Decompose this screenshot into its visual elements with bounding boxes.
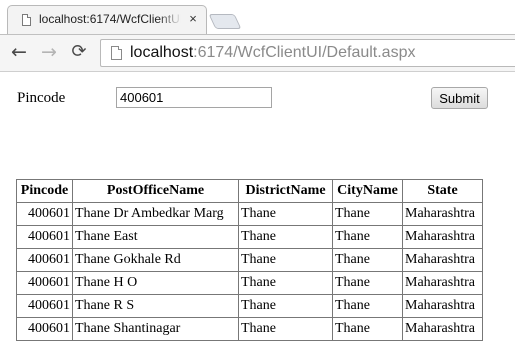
- browser-tab[interactable]: localhost:6174/WcfClientUI/Default.aspx …: [7, 5, 207, 34]
- table-cell: Thane Gokhale Rd: [72, 248, 239, 272]
- reload-icon[interactable]: ⟳: [68, 41, 90, 63]
- table-cell: Maharashtra: [402, 294, 483, 318]
- table-cell: Thane H O: [72, 271, 239, 295]
- arrow-left-icon[interactable]: ←: [8, 41, 30, 63]
- table-cell: Thane East: [72, 225, 239, 249]
- page-icon: [22, 14, 31, 26]
- browser-toolbar: ← → ⟳ localhost:6174/WcfClientUI/Default…: [0, 34, 515, 72]
- table-cell: Thane: [238, 271, 333, 295]
- table-row: 400601 Thane Shantinagar Thane Thane Mah…: [16, 317, 483, 341]
- tab-title-fade: [158, 10, 182, 28]
- page-content: Pincode Submit Pincode PostOfficeName Di…: [0, 72, 515, 347]
- table-cell: Thane: [238, 202, 333, 226]
- table-cell: 400601: [16, 294, 73, 318]
- table-row: 400601 Thane R S Thane Thane Maharashtra: [16, 294, 483, 318]
- table-cell: Thane: [332, 317, 403, 341]
- column-header: DistrictName: [238, 179, 333, 203]
- column-header: Pincode: [16, 179, 73, 203]
- table-cell: 400601: [16, 271, 73, 295]
- table-cell: Thane: [238, 317, 333, 341]
- url-path: :6174/WcfClientUI/Default.aspx: [193, 44, 416, 61]
- table-cell: Maharashtra: [402, 225, 483, 249]
- table-cell: Thane: [332, 225, 403, 249]
- table-cell: Maharashtra: [402, 248, 483, 272]
- table-cell: 400601: [16, 225, 73, 249]
- address-bar[interactable]: localhost:6174/WcfClientUI/Default.aspx: [100, 39, 515, 67]
- tab-strip: localhost:6174/WcfClientUI/Default.aspx …: [0, 0, 515, 34]
- url-host: localhost: [130, 44, 194, 61]
- table-cell: Thane: [332, 202, 403, 226]
- table-row: 400601 Thane Gokhale Rd Thane Thane Maha…: [16, 248, 483, 272]
- results-table: Pincode PostOfficeName DistrictName City…: [16, 179, 483, 341]
- table-row: 400601 Thane Dr Ambedkar Marg Thane Than…: [16, 202, 483, 226]
- page-icon: [111, 46, 122, 60]
- new-tab-button[interactable]: [208, 14, 242, 29]
- table-cell: Thane R S: [72, 294, 239, 318]
- table-row: 400601 Thane East Thane Thane Maharashtr…: [16, 225, 483, 249]
- table-cell: Thane: [238, 225, 333, 249]
- close-icon[interactable]: ×: [187, 12, 199, 26]
- column-header: PostOfficeName: [72, 179, 239, 203]
- table-cell: Thane: [238, 248, 333, 272]
- table-cell: Thane Shantinagar: [72, 317, 239, 341]
- column-header: State: [402, 179, 483, 203]
- table-cell: Maharashtra: [402, 202, 483, 226]
- pincode-label: Pincode: [17, 90, 66, 106]
- table-cell: Thane Dr Ambedkar Marg: [72, 202, 239, 226]
- table-header-row: Pincode PostOfficeName DistrictName City…: [16, 179, 483, 203]
- table-cell: Thane: [238, 294, 333, 318]
- url-text[interactable]: localhost:6174/WcfClientUI/Default.aspx: [130, 43, 415, 63]
- column-header: CityName: [332, 179, 403, 203]
- table-cell: Thane: [332, 294, 403, 318]
- table-cell: Maharashtra: [402, 271, 483, 295]
- table-cell: Thane: [332, 271, 403, 295]
- table-cell: 400601: [16, 202, 73, 226]
- table-cell: 400601: [16, 317, 73, 341]
- table-cell: Maharashtra: [402, 317, 483, 341]
- table-cell: 400601: [16, 248, 73, 272]
- table-cell: Thane: [332, 248, 403, 272]
- submit-button[interactable]: Submit: [431, 87, 488, 109]
- pincode-input[interactable]: [116, 87, 272, 108]
- table-row: 400601 Thane H O Thane Thane Maharashtra: [16, 271, 483, 295]
- arrow-right-icon[interactable]: →: [38, 41, 60, 63]
